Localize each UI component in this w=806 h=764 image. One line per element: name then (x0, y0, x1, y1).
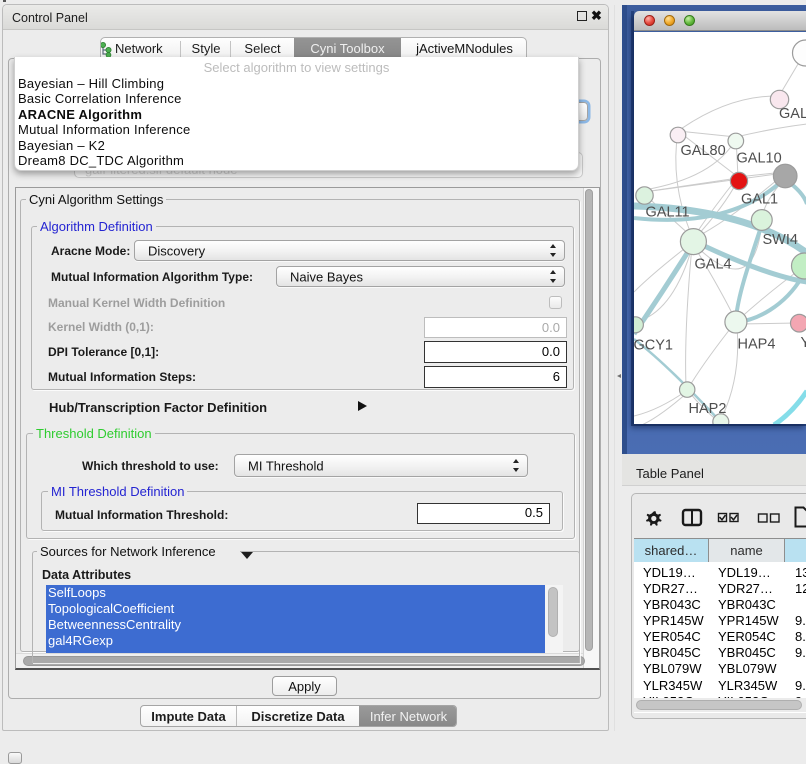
svg-text:Y: Y (800, 335, 806, 351)
svg-text:SWI4: SWI4 (762, 232, 797, 248)
svg-text:GAL: GAL (779, 106, 806, 122)
svg-text:GAL11: GAL11 (645, 204, 689, 220)
svg-text:HAP2: HAP2 (688, 401, 726, 417)
svg-text:GCY1: GCY1 (634, 337, 673, 353)
svg-text:GAL4: GAL4 (694, 256, 731, 272)
svg-text:GAL10: GAL10 (736, 150, 781, 166)
svg-text:GAL1: GAL1 (741, 191, 778, 207)
svg-text:GAL80: GAL80 (680, 143, 725, 159)
svg-text:HAP4: HAP4 (737, 336, 775, 352)
